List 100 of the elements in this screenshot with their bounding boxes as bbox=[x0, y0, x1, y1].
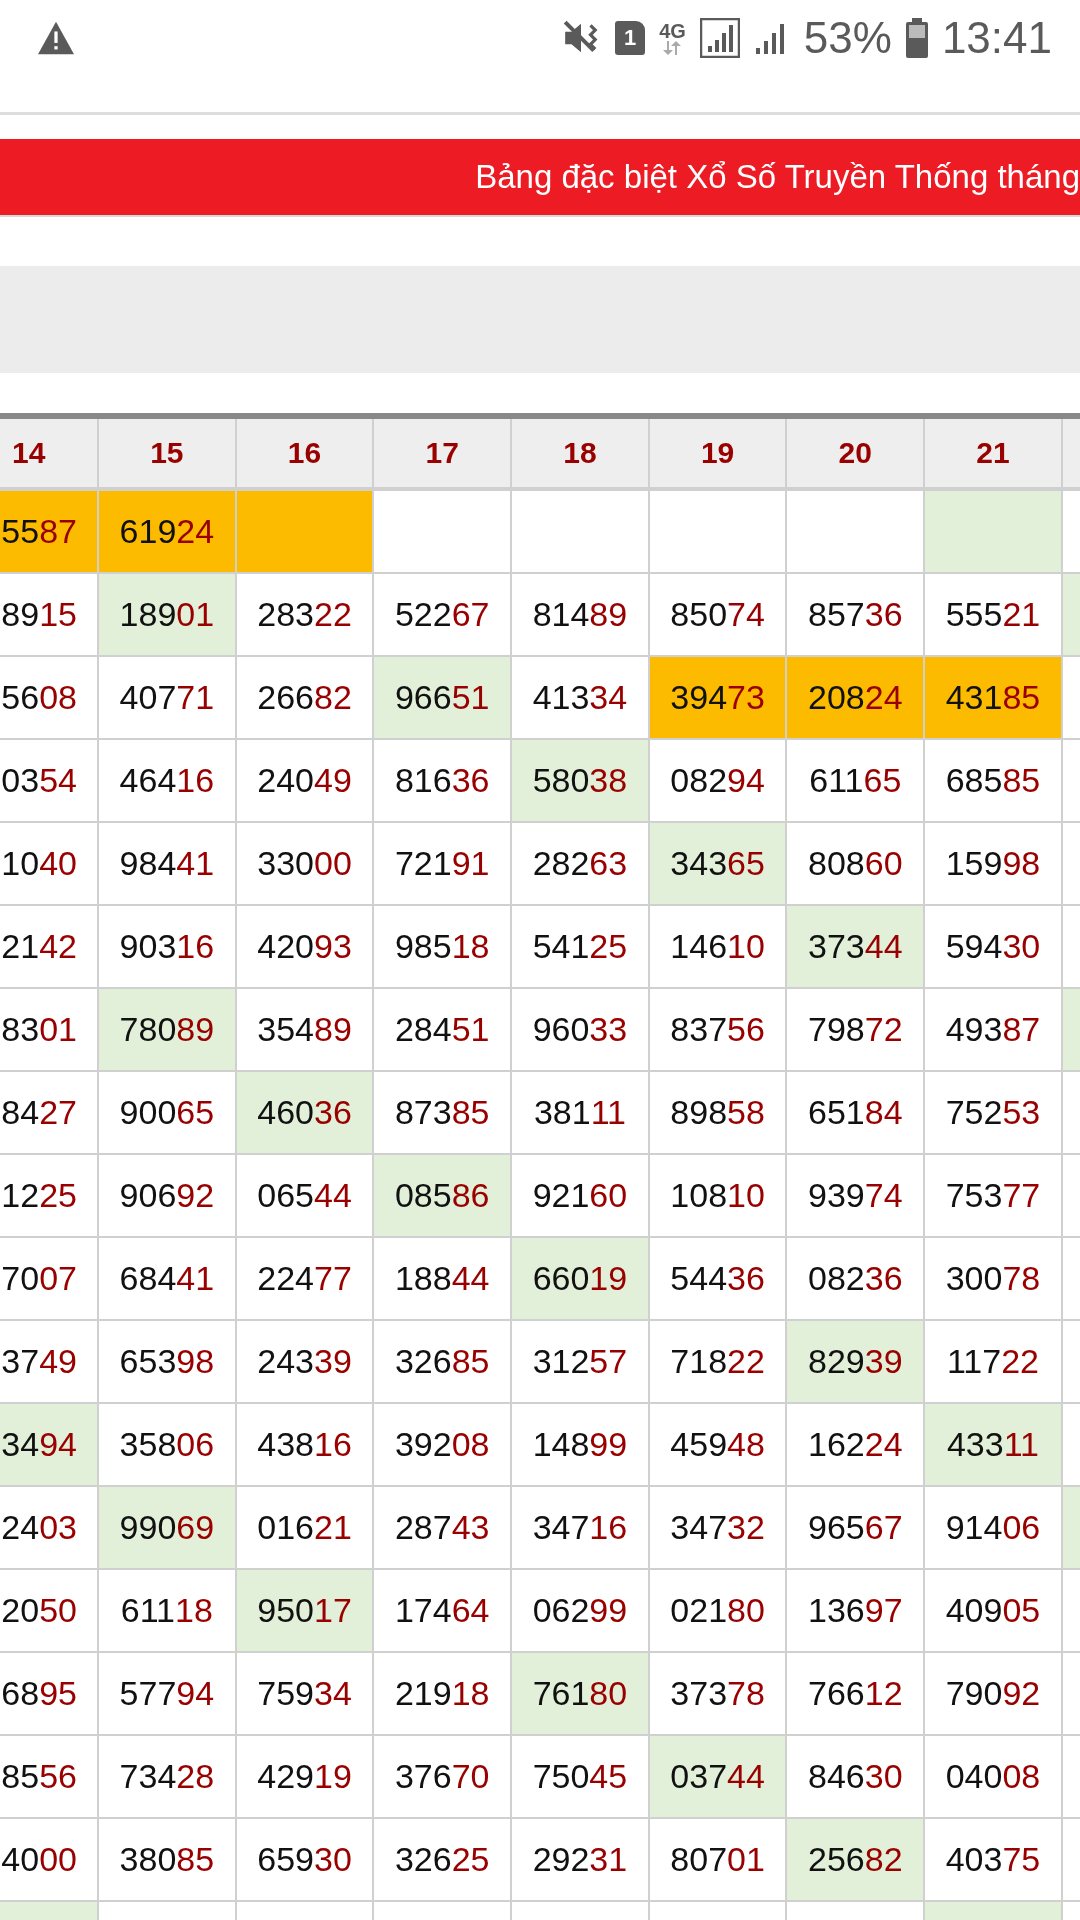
table-cell: 24339 bbox=[236, 1321, 375, 1404]
table-cell: 41334 bbox=[512, 657, 650, 740]
table-cell: 8427 bbox=[0, 1072, 99, 1155]
table-cell: 13697 bbox=[787, 1570, 926, 1653]
table-cell: 90065 bbox=[99, 1072, 237, 1155]
table-cell: 28322 bbox=[236, 574, 375, 657]
table-cell: 03744 bbox=[649, 1736, 788, 1819]
table-cell: 06544 bbox=[236, 1155, 375, 1238]
table-cell: 84630 bbox=[787, 1736, 926, 1819]
table-cell: 35489 bbox=[236, 989, 375, 1072]
table-cell: 15998 bbox=[925, 823, 1063, 906]
table-cell: 90316 bbox=[99, 906, 237, 989]
table-cell: 08236 bbox=[787, 1238, 926, 1321]
table-cell: 82939 bbox=[787, 1321, 926, 1404]
table-cell: 37344 bbox=[787, 906, 926, 989]
table-cell: 45948 bbox=[649, 1404, 788, 1487]
table-cell: 61118 bbox=[99, 1570, 237, 1653]
table-cell: 54125 bbox=[512, 906, 650, 989]
table-cell: 61924 bbox=[99, 491, 237, 574]
table-cell: 3749 bbox=[0, 1321, 99, 1404]
table-cell: 80860 bbox=[787, 823, 926, 906]
table-cell: 40905 bbox=[925, 1570, 1063, 1653]
table-cell: 65398 bbox=[99, 1321, 237, 1404]
table-cell: 1225 bbox=[0, 1155, 99, 1238]
table-cell: 32685 bbox=[374, 1321, 513, 1404]
table-cell: 40375 bbox=[925, 1819, 1063, 1902]
table-cell: 79872 bbox=[787, 989, 926, 1072]
table-cell: 54436 bbox=[649, 1238, 788, 1321]
table-cell: 52267 bbox=[374, 574, 513, 657]
table-cell: 04008 bbox=[925, 1736, 1063, 1819]
table-cell: 34716 bbox=[512, 1487, 650, 1570]
table-cell: 93974 bbox=[787, 1155, 926, 1238]
table-cell: 76612 bbox=[787, 1653, 926, 1736]
table-cell: 85074 bbox=[649, 574, 788, 657]
column-header: 19 bbox=[649, 419, 788, 491]
table-cell: 17464 bbox=[374, 1570, 513, 1653]
table-cell: 30078 bbox=[925, 1238, 1063, 1321]
table-cell: 14899 bbox=[512, 1404, 650, 1487]
table-cell: 26682 bbox=[236, 657, 375, 740]
table-cell: 96567 bbox=[787, 1487, 926, 1570]
table-cell: 92160 bbox=[512, 1155, 650, 1238]
table-cell: 35806 bbox=[99, 1404, 237, 1487]
table-cell: 06299 bbox=[512, 1570, 650, 1653]
table-cell: 75045 bbox=[512, 1736, 650, 1819]
table-cell: 90692 bbox=[99, 1155, 237, 1238]
table-cell: 95017 bbox=[236, 1570, 375, 1653]
table-cell: 38111 bbox=[512, 1072, 650, 1155]
table-cell: 89858 bbox=[649, 1072, 788, 1155]
table-cell: 87385 bbox=[374, 1072, 513, 1155]
table-cell: 43816 bbox=[236, 1404, 375, 1487]
table-cell: 8915 bbox=[0, 574, 99, 657]
table-cell: 16224 bbox=[787, 1404, 926, 1487]
table-cell: 34365 bbox=[649, 823, 788, 906]
table-cell: 8301 bbox=[0, 989, 99, 1072]
table-cell: 85736 bbox=[787, 574, 926, 657]
table-cell: 58038 bbox=[512, 740, 650, 823]
table-cell: 68585 bbox=[925, 740, 1063, 823]
table-cell: 39208 bbox=[374, 1404, 513, 1487]
table-cell: 02180 bbox=[649, 1570, 788, 1653]
battery-icon bbox=[905, 18, 928, 58]
table-cell: 55521 bbox=[925, 574, 1063, 657]
table-cell: 81489 bbox=[512, 574, 650, 657]
clock: 13:41 bbox=[941, 16, 1052, 60]
table-cell: 7007 bbox=[0, 1238, 99, 1321]
table-cell: 61165 bbox=[787, 740, 926, 823]
column-header: 15 bbox=[99, 419, 237, 491]
battery-level: 53% bbox=[803, 16, 892, 60]
column-header: 17 bbox=[374, 419, 513, 491]
table-cell: 2050 bbox=[0, 1570, 99, 1653]
table-cell: 0354 bbox=[0, 740, 99, 823]
table-cell: 37670 bbox=[374, 1736, 513, 1819]
table-cell: 43185 bbox=[925, 657, 1063, 740]
table-cell: 75934 bbox=[236, 1653, 375, 1736]
table-cell: 75377 bbox=[925, 1155, 1063, 1238]
table-cell: 40771 bbox=[99, 657, 237, 740]
table-cell: 29231 bbox=[512, 1819, 650, 1902]
table-cell: 96651 bbox=[374, 657, 513, 740]
table-cell: 22477 bbox=[236, 1238, 375, 1321]
table-cell: 28451 bbox=[374, 989, 513, 1072]
table-cell: 80701 bbox=[649, 1819, 788, 1902]
column-header: 18 bbox=[512, 419, 650, 491]
table-cell: 8556 bbox=[0, 1736, 99, 1819]
table-cell: 65184 bbox=[787, 1072, 926, 1155]
table-cell: 91406 bbox=[925, 1487, 1063, 1570]
column-header: 14 bbox=[0, 419, 99, 491]
table-cell: 46416 bbox=[99, 740, 237, 823]
table-cell: 08294 bbox=[649, 740, 788, 823]
table-cell: 59430 bbox=[925, 906, 1063, 989]
table-cell: 33000 bbox=[236, 823, 375, 906]
table-cell: 18901 bbox=[99, 574, 237, 657]
table-cell: 21918 bbox=[374, 1653, 513, 1736]
table-cell: 18844 bbox=[374, 1238, 513, 1321]
table-cell: 99069 bbox=[99, 1487, 237, 1570]
table-cell: 34732 bbox=[649, 1487, 788, 1570]
table-cell: 78089 bbox=[99, 989, 237, 1072]
table-cell: 66019 bbox=[512, 1238, 650, 1321]
column-header: 21 bbox=[925, 419, 1063, 491]
warning-icon bbox=[36, 20, 76, 56]
table-cell: 24049 bbox=[236, 740, 375, 823]
table-cell: 83756 bbox=[649, 989, 788, 1072]
